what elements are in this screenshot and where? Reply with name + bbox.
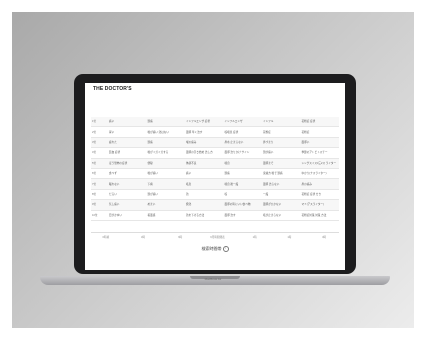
table-cell: だるい (108, 189, 147, 201)
device-model-label: MacBook Air (204, 277, 222, 281)
table-row: 4位 貧血 症状 喉がイガイガする 風邪の引き始め 治し方 風邪 治りかけ サイ… (91, 147, 339, 159)
table-cell: ほう恐怖の症状 (108, 158, 147, 169)
axis-tick: 1時 (252, 236, 257, 239)
table-cell: 風邪 治らない (262, 178, 301, 190)
table-cell: 風邪 早く治す (185, 126, 224, 138)
table-cell: 風邪 治す (223, 210, 262, 221)
table-cell: 風邪の引き始め 治し方 (185, 147, 224, 159)
table-cell: 胃い (108, 126, 147, 138)
table-cell: 一般 (262, 189, 301, 201)
table-cell: 鼻づまり (262, 137, 301, 149)
table-cell: 風邪の時にいい食べ物 (223, 199, 262, 211)
table-row: 6位 食べず 喉が痛い 痛い 頭痛 鬼滅方 喉で 頭痛 ゆかり(ナスライター) (91, 168, 339, 180)
rank-cell: 8位 (91, 189, 108, 201)
table-cell: ゆかり(ナスライター) (300, 168, 339, 180)
axis-tick: 6時 (178, 236, 183, 239)
table-cell: 喉の痛み (185, 137, 224, 149)
time-axis: 0時頃 3時 6時 9月時間発表 1時 1時 3時 (91, 232, 339, 239)
info-icon[interactable]: i (222, 246, 229, 252)
table-cell: 咳が止まらない (262, 210, 301, 221)
table-cell: めまい (146, 199, 185, 211)
table-cell: 熱を下げる方法 (185, 210, 224, 221)
rank-cell: 2位 (91, 126, 108, 138)
axis-tick: 3時 (141, 236, 146, 239)
table-cell: 花粉症 (262, 126, 301, 138)
table-row: 5位 ほう恐怖の症状 便秘 体調不良 喘息 風邪まで シングスイス3三2ス ライ… (91, 158, 339, 169)
laptop-screen: THE DOCTOR'S 1位 痛い 頭痛 インフルエンザ 症状 インフルエンザ… (85, 83, 345, 270)
table-cell: 咳息 (185, 178, 224, 190)
table-cell: 咳 (223, 189, 262, 201)
table-cell: 気し痛い (108, 199, 147, 211)
table-cell: インフルエンザ (223, 117, 262, 128)
table-cell: 季節のアトピトスチー (300, 147, 339, 159)
table-cell: 咳喘息 症状 (223, 126, 262, 138)
table-row: 1位 痛い 頭痛 インフルエンザ 症状 インフルエンザ インフル 花粉症 症状 (91, 117, 339, 128)
table-cell: 疲れた (108, 137, 147, 149)
table-cell: 風邪まで (262, 158, 301, 169)
table-cell: 鬼滅方 喉で 頭痛 (262, 168, 301, 180)
table-cell: 便秘 (146, 158, 185, 169)
rank-cell: 4位 (91, 147, 108, 159)
table-cell: インフル (262, 117, 301, 128)
table-cell: 喉が痛い 熱はない (146, 126, 185, 138)
axis-tick: 3時 (322, 236, 327, 239)
table-cell: 花粉症対策 対策 方法 (300, 210, 339, 221)
table-cell: 頭痛 (146, 137, 185, 149)
rank-cell: 5位 (91, 158, 108, 169)
table-cell: 貧血 症状 (108, 147, 147, 159)
table-cell: 眠れない (108, 178, 147, 190)
table-cell: シングスイス3三2ス ライター (300, 158, 339, 169)
table-cell: 頭痛 (146, 117, 185, 128)
table-cell: 風邪 治りかけ サイン (223, 147, 262, 159)
table-row: 10位 目がかゆい 着風感 熱を下げる方法 風邪 治す 咳が止まらない 花粉症対… (91, 210, 339, 221)
table-cell: マミ(アスライター) (300, 199, 339, 211)
table-row: 2位 胃い 喉が痛い 熱はない 風邪 早く治す 咳喘息 症状 花粉症 花粉症 (91, 126, 339, 138)
table-cell: 喉が痛い (146, 168, 185, 180)
axis-tick: 0時頃 (102, 236, 110, 239)
table-cell: 頭が痛い (262, 147, 301, 159)
table-row: 8位 だるい 頭が痛い 熱 咳 一般 花粉症 症状 せき (91, 189, 339, 201)
rank-cell: 9位 (91, 199, 108, 211)
table-cell: 着風感 (146, 210, 185, 221)
table-cell: 風邪がひかない (262, 199, 301, 211)
ranking-table: 1位 痛い 頭痛 インフルエンザ 症状 インフルエンザ インフル 花粉症 症状 … (91, 117, 339, 221)
table-cell: 食べず (108, 168, 147, 180)
table-cell: 頭が痛い (146, 189, 185, 201)
table-cell: 目がかゆい (108, 210, 147, 221)
table-cell: 痛い (185, 168, 224, 180)
brand-title: THE DOCTOR'S (93, 86, 132, 92)
table-cell: 体調不良 (185, 158, 224, 169)
table-cell: 下痢 (146, 178, 185, 190)
table-cell: 鼻水 止まらない (223, 137, 262, 149)
axis-caption: 検索時間帯 i (85, 246, 345, 252)
rank-cell: 7位 (91, 178, 108, 190)
table-row: 9位 気し痛い めまい 発熱 風邪の時にいい食べ物 風邪がひかない マミ(アスラ… (91, 199, 339, 211)
table-row: 7位 眠れない 下痢 咳息 喘息 後一般 風邪 治らない 鼻の痛み (91, 178, 339, 190)
table-cell: 喘息 後一般 (223, 178, 262, 190)
table-cell: 鼻の痛み (300, 178, 339, 190)
table-cell: 喘息 (223, 158, 262, 169)
table-cell: 痛い (108, 117, 147, 128)
table-cell: 発熱 (185, 199, 224, 211)
table-cell: 喉がイガイガする (146, 147, 185, 159)
rank-cell: 10位 (91, 210, 108, 221)
table-cell: 花粉症 症状 せき (300, 189, 339, 201)
axis-tick: 1時 (287, 236, 292, 239)
axis-tick: 9月時間発表 (210, 236, 225, 239)
rank-cell: 1位 (91, 117, 108, 128)
axis-caption-text: 検索時間帯 (201, 246, 222, 252)
table-cell: 熱 (185, 189, 224, 201)
table-cell: インフルエンザ 症状 (185, 117, 224, 128)
table-cell: 頭痛 (223, 168, 262, 180)
table-cell: 風邪い (300, 137, 339, 149)
table-row: 3位 疲れた 頭痛 喉の痛み 鼻水 止まらない 鼻づまり 風邪い (91, 137, 339, 149)
rank-cell: 3位 (91, 137, 108, 149)
rank-cell: 6位 (91, 168, 108, 180)
table-cell: 花粉症 (300, 126, 339, 138)
table-cell: 花粉症 症状 (300, 117, 339, 128)
